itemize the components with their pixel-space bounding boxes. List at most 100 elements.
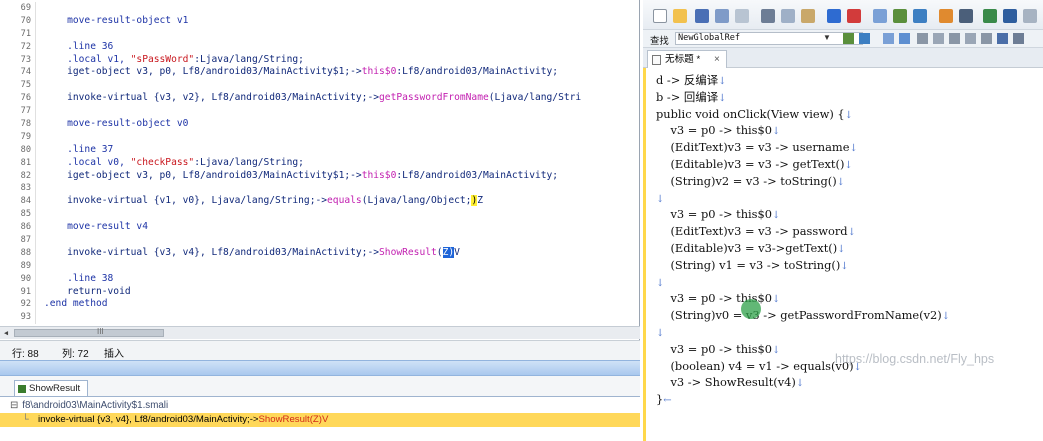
new-file-icon[interactable] <box>653 9 667 23</box>
editor-line[interactable]: (Editable)v3 = v3->getText()↓ <box>656 240 845 257</box>
code-line[interactable]: 73 .local v1, "sPassWord":Ljava/lang/Str… <box>0 53 640 67</box>
code-token: .end method <box>44 298 108 310</box>
panel-splitter[interactable] <box>0 360 640 376</box>
code-line[interactable]: 80 .line 37 <box>0 143 640 157</box>
code-line[interactable]: 87 <box>0 234 640 247</box>
code-line[interactable]: 84 invoke-virtual {v1, v0}, Ljava/lang/S… <box>0 195 640 209</box>
code-line[interactable]: 76 invoke-virtual {v3, v2}, Lf8/android0… <box>0 92 640 106</box>
code-line[interactable]: 75 <box>0 79 640 93</box>
panel-toggle-icon[interactable] <box>983 9 997 23</box>
editor-line[interactable]: v3 = p0 -> this$0↓ <box>656 206 780 223</box>
code-token: :Lf8/android03/MainActivity; <box>396 169 559 181</box>
horizontal-scrollbar[interactable]: ◀ III <box>0 326 640 339</box>
code-line[interactable]: 71 <box>0 27 640 41</box>
code-line[interactable]: 85 <box>0 208 640 222</box>
code-line[interactable]: 90 .line 38 <box>0 272 640 286</box>
match-case-icon[interactable] <box>917 33 928 44</box>
code-line[interactable]: 81 .local v0, "checkPass":Ljava/lang/Str… <box>0 156 640 170</box>
bookmark-icon[interactable] <box>997 33 1008 44</box>
editor-line[interactable]: (EditText)v3 = v3 -> password↓ <box>656 223 855 240</box>
editor-line[interactable]: ↓ <box>656 274 664 291</box>
editor-line[interactable]: ↓ <box>656 324 664 341</box>
escape-icon[interactable] <box>965 33 976 44</box>
editor-line-text: d -> 反编译 <box>656 73 719 87</box>
code-line[interactable]: 72 .line 36 <box>0 40 640 54</box>
result-file-node[interactable]: ⊟ f8\android03\MainActivity$1.smali <box>10 400 168 411</box>
find-icon[interactable] <box>873 9 887 23</box>
more-icon[interactable] <box>1023 9 1037 23</box>
search-icon[interactable] <box>883 33 894 44</box>
code-line[interactable]: 86 move-result v4 <box>0 221 640 235</box>
code-line[interactable]: 77 <box>0 105 640 119</box>
code-line[interactable]: 82 iget-object v3, p0, Lf8/android03/Mai… <box>0 169 640 183</box>
save-icon[interactable] <box>695 9 709 23</box>
result-hit-row[interactable]: └ invoke-virtual {v3, v4}, Lf8/android03… <box>0 413 640 427</box>
code-text: move-result-object v0 <box>44 118 188 131</box>
code-line[interactable]: 88 invoke-virtual {v3, v4}, Lf8/android0… <box>0 246 640 260</box>
chevron-down-icon[interactable]: ▼ <box>823 33 831 42</box>
whole-word-icon[interactable] <box>933 33 944 44</box>
help-icon[interactable] <box>959 9 973 23</box>
code-line[interactable]: 70 move-result-object v1 <box>0 14 640 28</box>
redo-icon[interactable] <box>847 9 861 23</box>
scrollbar-grip: III <box>97 327 104 336</box>
find-backward-icon[interactable] <box>859 33 870 44</box>
editor-line[interactable]: d -> 反编译↓ <box>656 72 727 89</box>
close-icon[interactable]: × <box>714 51 720 68</box>
highlight-icon[interactable] <box>981 33 992 44</box>
find-next-icon[interactable] <box>893 9 907 23</box>
undo-icon[interactable] <box>827 9 841 23</box>
collapse-icon[interactable]: ⊟ <box>10 400 18 411</box>
editor-line[interactable]: (String) v1 = v3 -> toString()↓ <box>656 257 848 274</box>
code-line[interactable]: 92 .end method <box>0 298 640 312</box>
code-line[interactable]: 79 <box>0 130 640 144</box>
code-line[interactable]: 83 <box>0 182 640 196</box>
goto-icon[interactable] <box>939 9 953 23</box>
scrollbar-thumb[interactable]: III <box>14 327 164 337</box>
save-all-icon[interactable] <box>715 9 729 23</box>
editor-line[interactable]: (Editable)v3 = v3 -> getText()↓ <box>656 156 852 173</box>
code-line[interactable]: 74 iget-object v3, p0, Lf8/android03/Mai… <box>0 66 640 80</box>
editor-line[interactable]: b -> 回编译↓ <box>656 89 727 106</box>
find-input[interactable]: NewGlobalRef <box>675 32 863 45</box>
editor-line[interactable]: (String)v0 = v3 -> getPasswordFromName(v… <box>656 307 950 324</box>
options-icon[interactable] <box>1013 33 1024 44</box>
text-editor-area[interactable]: d -> 反编译↓ b -> 回编译↓ public void onClick(Vi… <box>643 68 1043 441</box>
code-line[interactable]: 93 <box>0 311 640 324</box>
editor-line[interactable]: (EditText)v3 = v3 -> username↓ <box>656 139 857 156</box>
search-all-icon[interactable] <box>899 33 910 44</box>
editor-line-text: (boolean) v4 = v1 -> equals(v0) <box>656 358 854 373</box>
smali-code-area[interactable]: 69 70 move-result-object v1 71 72 .line 36 7… <box>0 2 640 324</box>
editor-line[interactable]: (String)v2 = v3 -> toString()↓ <box>656 173 845 190</box>
editor-line[interactable]: v3 = p0 -> this$0↓ <box>656 122 780 139</box>
code-token: .line 36 <box>44 40 114 52</box>
newline-marker-icon: ↓ <box>718 76 727 87</box>
editor-line[interactable]: v3 = p0 -> this$0↓ <box>656 290 780 307</box>
code-line[interactable]: 78 move-result-object v0 <box>0 118 640 131</box>
code-line[interactable]: 89 <box>0 259 640 273</box>
replace-icon[interactable] <box>913 9 927 23</box>
code-line[interactable]: 69 <box>0 2 640 15</box>
editor-line[interactable]: v3 -> ShowResult(v4)↓ <box>656 374 804 391</box>
code-token: invoke-virtual {v3, v4}, Lf8/android03/M… <box>44 246 380 258</box>
code-text: invoke-virtual {v3, v2}, Lf8/android03/M… <box>44 92 581 105</box>
editor-line[interactable]: v3 = p0 -> this$0↓ <box>656 341 780 358</box>
print-icon[interactable] <box>735 9 749 23</box>
editor-line[interactable]: public void onClick(View view) {↓ <box>656 106 853 123</box>
editor-line[interactable]: ↓ <box>656 190 664 207</box>
copy-icon[interactable] <box>781 9 795 23</box>
regex-icon[interactable] <box>949 33 960 44</box>
editor-line[interactable]: (boolean) v4 = v1 -> equals(v0)↓ <box>656 358 861 375</box>
tab-untitled[interactable]: 无标题 * × <box>647 50 727 68</box>
paste-icon[interactable] <box>801 9 815 23</box>
find-forward-icon[interactable] <box>843 33 854 44</box>
editor-line-text: (EditText)v3 = v3 -> username <box>656 140 850 155</box>
open-folder-icon[interactable] <box>673 9 687 23</box>
results-list: ⊟ f8\android03\MainActivity$1.smali └ inv… <box>0 396 640 441</box>
scroll-left-icon[interactable]: ◀ <box>0 327 12 339</box>
editor-line[interactable]: }← <box>656 391 672 408</box>
layout-icon[interactable] <box>1003 9 1017 23</box>
cut-icon[interactable] <box>761 9 775 23</box>
code-line[interactable]: 91 return-void <box>0 285 640 299</box>
tab-showresult[interactable]: ShowResult <box>14 380 88 396</box>
